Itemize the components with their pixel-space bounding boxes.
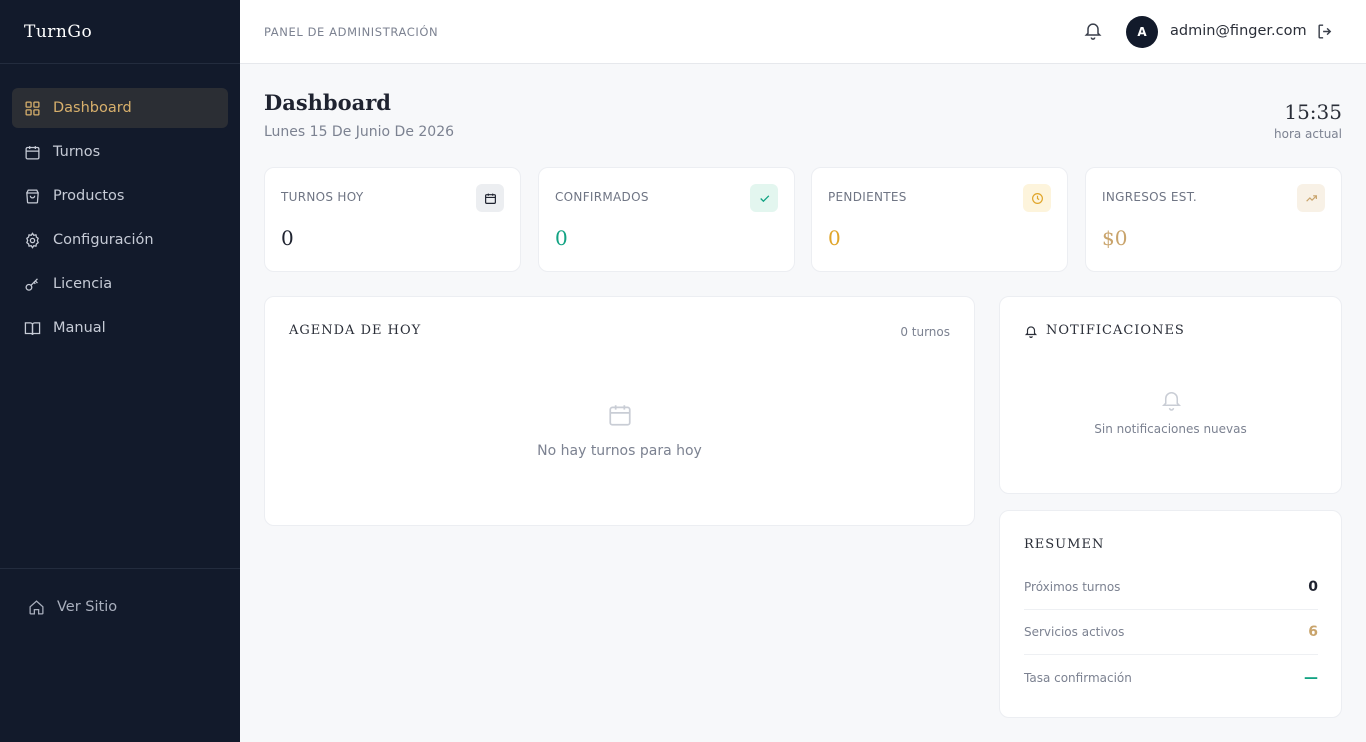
current-time-label: hora actual <box>1274 127 1342 141</box>
summary-row-value: 6 <box>1308 624 1318 640</box>
calendar-icon <box>24 144 41 161</box>
notifications-title: NOTIFICACIONES <box>1046 323 1185 338</box>
user-email[interactable]: admin@finger.com <box>1170 23 1307 39</box>
stat-card-turnos-hoy: TURNOS HOY 0 <box>264 167 521 272</box>
stat-label: INGRESOS EST. <box>1102 190 1198 204</box>
brand-logo[interactable]: TurnGo <box>0 0 240 64</box>
current-time: 15:35 <box>1284 100 1342 124</box>
topbar: PANEL DE ADMINISTRACIÓN A admin@finger.c… <box>240 0 1366 64</box>
sidebar-item-label: Manual <box>53 320 106 336</box>
sidebar-item-label: Productos <box>53 188 125 204</box>
sidebar-item-label: Licencia <box>53 276 113 292</box>
summary-card: RESUMEN Próximos turnos 0 Servicios acti… <box>999 510 1342 718</box>
summary-row-label: Servicios activos <box>1024 625 1125 639</box>
sidebar-item-label: Turnos <box>53 144 101 160</box>
agenda-count: 0 turnos <box>900 325 950 339</box>
notifications-card: NOTIFICACIONES Sin notificaciones nuevas <box>999 296 1342 494</box>
clock-icon <box>1023 184 1051 212</box>
page-date: Lunes 15 De Junio De 2026 <box>264 124 455 140</box>
home-icon <box>28 599 45 616</box>
page-title: Dashboard <box>264 90 391 115</box>
summary-row-value: 0 <box>1308 579 1318 595</box>
summary-title: RESUMEN <box>1024 537 1105 552</box>
bell-icon <box>1024 324 1038 338</box>
agenda-card: AGENDA DE HOY 0 turnos No hay turnos par… <box>264 296 975 526</box>
notifications-empty-text: Sin notificaciones nuevas <box>1094 422 1247 436</box>
notifications-header: NOTIFICACIONES <box>1024 323 1185 338</box>
summary-row-label: Próximos turnos <box>1024 580 1121 594</box>
stat-card-pendientes: PENDIENTES 0 <box>811 167 1068 272</box>
stat-label: PENDIENTES <box>828 190 907 204</box>
sidebar: TurnGo Dashboard Turnos Productos Config… <box>0 0 240 742</box>
summary-row: Tasa confirmación — <box>1024 655 1318 700</box>
stat-label: TURNOS HOY <box>281 190 364 204</box>
summary-row-label: Tasa confirmación <box>1024 670 1132 685</box>
sidebar-item-productos[interactable]: Productos <box>12 176 228 216</box>
calendar-icon <box>606 401 634 429</box>
agenda-title: AGENDA DE HOY <box>289 323 422 338</box>
sidebar-item-licencia[interactable]: Licencia <box>12 264 228 304</box>
sidebar-item-label: Dashboard <box>53 100 132 116</box>
bell-icon <box>1159 387 1183 411</box>
sidebar-item-dashboard[interactable]: Dashboard <box>12 88 228 128</box>
logout-button[interactable] <box>1314 22 1336 44</box>
sidebar-item-turnos[interactable]: Turnos <box>12 132 228 172</box>
stat-value: 0 <box>281 226 294 250</box>
sidebar-item-label: Configuración <box>53 232 154 248</box>
grid-icon <box>24 100 41 117</box>
stat-value: 0 <box>555 226 568 250</box>
bell-icon <box>1083 20 1103 44</box>
key-icon <box>24 276 41 293</box>
summary-row: Próximos turnos 0 <box>1024 565 1318 610</box>
check-icon <box>750 184 778 212</box>
summary-row: Servicios activos 6 <box>1024 610 1318 655</box>
shopping-bag-icon <box>24 188 41 205</box>
notifications-button[interactable] <box>1082 21 1104 43</box>
stat-card-confirmados: CONFIRMADOS 0 <box>538 167 795 272</box>
agenda-empty-text: No hay turnos para hoy <box>537 443 702 459</box>
stat-label: CONFIRMADOS <box>555 190 649 204</box>
summary-row-value: — <box>1304 669 1318 686</box>
stat-value: $0 <box>1102 226 1128 250</box>
sidebar-footer: Ver Sitio <box>0 568 240 631</box>
avatar[interactable]: A <box>1126 16 1158 48</box>
gear-icon <box>24 231 41 249</box>
sidebar-item-manual[interactable]: Manual <box>12 308 228 348</box>
calendar-icon <box>476 184 504 212</box>
topbar-title: PANEL DE ADMINISTRACIÓN <box>264 24 439 39</box>
stat-value: 0 <box>828 226 841 250</box>
book-icon <box>24 320 41 337</box>
sidebar-item-configuracion[interactable]: Configuración <box>12 220 228 260</box>
logout-icon <box>1316 22 1335 45</box>
trending-up-icon <box>1297 184 1325 212</box>
ver-sitio-link[interactable]: Ver Sitio <box>12 587 228 627</box>
sidebar-nav: Dashboard Turnos Productos Configuración… <box>0 64 240 348</box>
stat-card-ingresos: INGRESOS EST. $0 <box>1085 167 1342 272</box>
ver-sitio-label: Ver Sitio <box>57 599 118 615</box>
